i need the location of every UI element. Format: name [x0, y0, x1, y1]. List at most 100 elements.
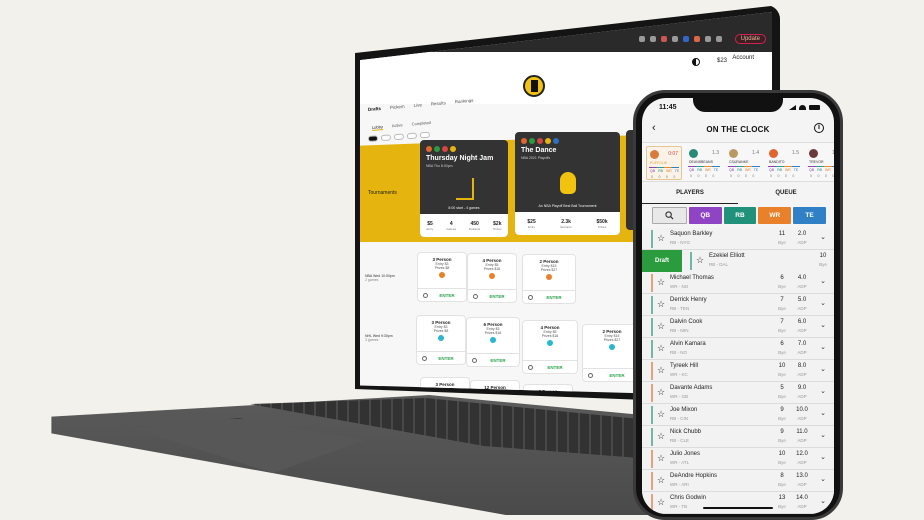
drafter-carousel[interactable]: 0:07 PUFFOLIE QB RB WR TE 0000 1.3 DEANSBEA… — [642, 142, 834, 182]
entry-card[interactable]: 6 Person Entry $3 Prizes $16 ENTER — [466, 317, 520, 367]
star-icon[interactable]: ☆ — [657, 299, 665, 310]
enter-button[interactable]: ENTER — [477, 358, 519, 363]
tab-queue[interactable]: QUEUE — [738, 190, 834, 204]
drafter-pick: 1.4 — [752, 150, 759, 156]
nav-live[interactable]: Live — [413, 102, 422, 108]
star-icon[interactable]: ☆ — [657, 431, 665, 442]
tab-lobby[interactable]: Lobby — [371, 124, 384, 131]
sport-icon — [609, 344, 615, 350]
chevron-down-icon[interactable]: ⌄ — [820, 299, 826, 307]
chevron-down-icon[interactable]: ⌄ — [820, 233, 826, 241]
chevron-down-icon[interactable]: ⌄ — [820, 497, 826, 505]
enter-button[interactable]: ENTER — [533, 295, 575, 300]
chevron-down-icon[interactable]: ⌄ — [820, 431, 826, 439]
tournament-card[interactable]: The Dance NBA 2021 Playoffs An NBA Playo… — [515, 132, 620, 235]
drafter-card[interactable]: 1.4 CSURANKE QB RB WR TE 0000 — [726, 146, 762, 180]
chip[interactable] — [406, 132, 418, 140]
player-name: Chris Godwin — [670, 495, 707, 501]
chevron-down-icon[interactable]: ⌄ — [820, 453, 826, 461]
star-icon[interactable]: ☆ — [657, 233, 665, 244]
chevron-down-icon[interactable]: ⌄ — [820, 321, 826, 329]
drafter-card[interactable]: 1.3 DEANSBEANS QB RB WR TE 0000 — [686, 146, 722, 180]
star-icon[interactable]: ☆ — [657, 453, 665, 464]
drafter-card[interactable]: 1.6 TREVOR QBRBWRTE 0000 — [806, 146, 834, 180]
chevron-down-icon[interactable]: ⌄ — [820, 277, 826, 285]
star-icon[interactable]: ☆ — [657, 343, 665, 354]
filter-te[interactable]: TE — [793, 207, 826, 224]
star-icon[interactable]: ☆ — [657, 365, 665, 376]
nav-results[interactable]: Results — [431, 100, 446, 106]
entry-prizes: Prizes $8 — [433, 329, 449, 333]
player-bye: 6 — [780, 275, 784, 281]
tab-players[interactable]: PLAYERS — [642, 190, 738, 204]
chip[interactable] — [393, 133, 405, 141]
tournament-card[interactable]: Thursday Night Jam NBA Thu 8:00pm 8:00 s… — [420, 140, 508, 237]
enter-button[interactable]: ENTER — [427, 356, 465, 361]
enter-button[interactable]: ENTER — [428, 293, 466, 298]
chevron-down-icon[interactable]: ⌄ — [820, 475, 826, 483]
chevron-down-icon[interactable]: ⌄ — [820, 365, 826, 373]
player-row[interactable]: Draft ☆ Ezekiel Elliott RB - DAL 10 Bye — [642, 250, 834, 272]
drafter-card[interactable]: 0:07 PUFFOLIE QB RB WR TE 0000 — [646, 146, 682, 180]
star-icon[interactable]: ☆ — [657, 409, 665, 420]
filter-qb[interactable]: QB — [688, 207, 722, 224]
chip[interactable] — [419, 131, 431, 139]
star-icon[interactable]: ☆ — [657, 497, 665, 508]
chip[interactable] — [380, 134, 392, 142]
drafter-name: BANDITO — [769, 160, 785, 164]
enter-button[interactable]: ENTER — [478, 294, 516, 299]
star-icon[interactable]: ☆ — [657, 387, 665, 398]
info-icon[interactable]: i — [814, 123, 824, 133]
chevron-down-icon[interactable]: ⌄ — [820, 409, 826, 417]
chevron-down-icon[interactable]: ⌄ — [820, 343, 826, 351]
player-row[interactable]: ☆ Dalvin Cook RB - MIN 7 Bye 6.0 ADP ⌄ — [642, 316, 834, 338]
filter-wr[interactable]: WR — [758, 207, 792, 224]
theme-toggle-icon[interactable] — [692, 58, 700, 66]
search-button[interactable] — [652, 207, 687, 224]
player-row[interactable]: ☆ Joe Mixon RB - CIN 9 Bye 10.0 ADP ⌄ — [642, 404, 834, 426]
position-edge — [651, 384, 653, 402]
account-balance[interactable]: $23 — [717, 58, 727, 64]
player-row[interactable]: ☆ Nick Chubb RB - CLE 9 Bye 11.0 ADP ⌄ — [642, 426, 834, 448]
adp-label: ADP — [797, 416, 807, 421]
star-icon[interactable]: ☆ — [657, 277, 665, 288]
player-row[interactable]: ☆ Saquon Barkley RB - NYG 11 Bye 2.0 ADP … — [642, 228, 834, 250]
entry-card[interactable]: 4 Person Entry $5 Prizes $18 ENTER — [467, 253, 517, 303]
player-row[interactable]: ☆ Derrick Henry RB - TEN 7 Bye 5.0 ADP ⌄ — [642, 294, 834, 316]
tab-active[interactable]: Active — [392, 122, 403, 129]
chip-all[interactable] — [367, 135, 379, 142]
position-edge — [651, 406, 653, 424]
player-row[interactable]: ☆ Tyreek Hill WR - KC 10 Bye 8.0 ADP ⌄ — [642, 360, 834, 382]
player-row[interactable]: ☆ Michael Thomas WR - NO 6 Bye 4.0 ADP ⌄ — [642, 272, 834, 294]
entry-card[interactable]: 4 Person Entry $5 Prizes $18 ENTER — [522, 320, 578, 374]
star-icon[interactable]: ☆ — [696, 255, 704, 266]
player-row[interactable]: ☆ Alvin Kamara RB - NO 6 Bye 7.0 ADP ⌄ — [642, 338, 834, 360]
drafter-pos-count: 0 — [792, 174, 795, 178]
drafter-pos-label: QB — [689, 168, 695, 172]
entry-card[interactable]: 3 Person — [420, 377, 470, 397]
player-row[interactable]: ☆ DeAndre Hopkins WR - ARI 8 Bye 13.0 ADP… — [642, 470, 834, 492]
drafter-positions: QBRBWRTE — [689, 168, 718, 172]
player-row[interactable]: ☆ Chris Godwin WR - TB 13 Bye 14.0 ADP ⌄ — [642, 492, 834, 514]
draft-button[interactable]: Draft — [642, 250, 682, 272]
player-row[interactable]: ☆ Julio Jones WR - ATL 10 Bye 12.0 ADP ⌄ — [642, 448, 834, 470]
phone-notch — [693, 98, 783, 112]
filter-rb[interactable]: RB — [723, 207, 757, 224]
account-link[interactable]: Account — [732, 55, 754, 61]
entry-card[interactable]: 2 Person Entry $15 Prizes $27 ENTER — [522, 254, 576, 304]
chevron-down-icon[interactable]: ⌄ — [820, 387, 826, 395]
enter-button[interactable]: ENTER — [533, 365, 577, 370]
browser-update-button[interactable]: Update — [734, 34, 766, 44]
position-bar — [649, 167, 679, 168]
drafter-card[interactable]: 1.5 BANDITO QB RB WR TE 0000 — [766, 146, 802, 180]
entry-card[interactable]: 3 Person Entry $3 Prizes $8 ENTER — [416, 315, 466, 365]
player-name: DeAndre Hopkins — [670, 473, 718, 479]
entry-card[interactable]: 3 Person Entry $3 Prizes $8 ENTER — [417, 252, 467, 302]
tab-completed[interactable]: Completed — [411, 120, 431, 128]
nav-drafts[interactable]: Drafts — [368, 106, 381, 112]
player-row[interactable]: ☆ Davante Adams WR - GB 5 Bye 9.0 ADP ⌄ — [642, 382, 834, 404]
nav-pickem[interactable]: Pickem — [390, 104, 405, 110]
underdog-logo[interactable] — [523, 75, 545, 97]
star-icon[interactable]: ☆ — [657, 321, 665, 332]
star-icon[interactable]: ☆ — [657, 475, 665, 486]
